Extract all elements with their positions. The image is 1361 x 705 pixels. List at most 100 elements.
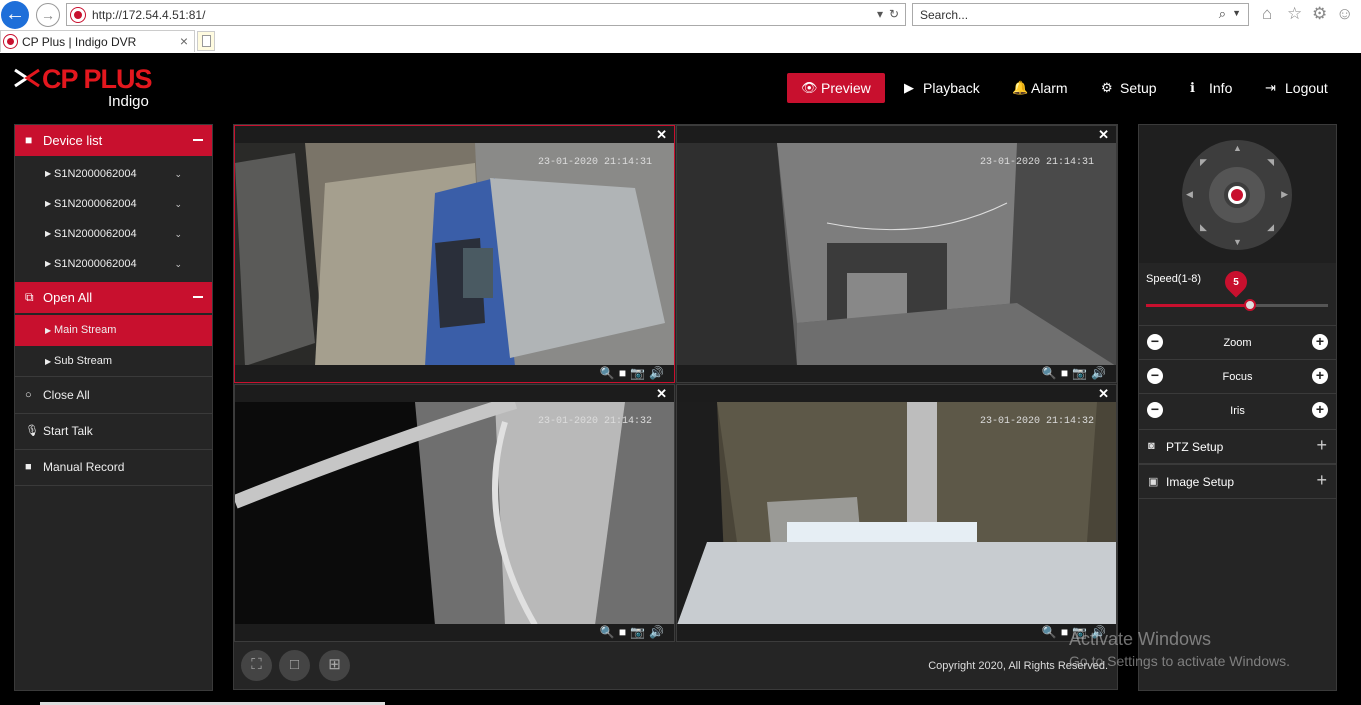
new-tab-button[interactable]: [197, 31, 215, 51]
close-icon[interactable]: ✕: [1098, 386, 1109, 402]
expand-plus-icon[interactable]: +: [1316, 435, 1327, 456]
cell-control-icons[interactable]: 🔍■📷🔊: [600, 366, 668, 380]
back-icon[interactable]: ←: [1, 1, 29, 29]
nav-logout-label: Logout: [1285, 80, 1328, 96]
arrow-up-icon[interactable]: ▲: [1233, 143, 1242, 153]
chevron-down-icon[interactable]: ⌄: [174, 189, 182, 219]
ptz-direction-pad[interactable]: ▲ ▼ ◀ ▶ ◤ ◥ ◣ ◢: [1182, 140, 1292, 250]
video-camera-icon: ■: [25, 133, 33, 147]
device-item[interactable]: ▶ S1N2000062004 ⌄: [15, 219, 212, 249]
arrow-left-icon[interactable]: ◀: [1186, 189, 1193, 200]
cell-controls: 🔍■📷🔊: [677, 624, 1116, 641]
close-icon[interactable]: ×: [180, 33, 188, 49]
manual-record-button[interactable]: ■ Manual Record: [15, 450, 212, 486]
nav-alarm[interactable]: 🔔 Alarm: [1012, 73, 1068, 103]
chevron-down-icon[interactable]: ⌄: [174, 249, 182, 279]
watermark-subtitle: Go to Settings to activate Windows.: [1069, 653, 1290, 670]
logout-icon: ⇥: [1265, 80, 1276, 95]
nav-preview-label: Preview: [821, 80, 871, 96]
nav-setup-label: Setup: [1120, 80, 1157, 96]
close-icon[interactable]: ✕: [656, 386, 667, 402]
search-placeholder: Search...: [920, 8, 969, 22]
zoom-in-icon[interactable]: +: [1312, 334, 1328, 350]
zoom-control: − Zoom +: [1139, 325, 1336, 359]
ptz-setup-section[interactable]: ◙ PTZ Setup +: [1139, 429, 1336, 464]
video-toolbar: ⛶ □ ⊞ Copyright 2020, All Rights Reserve…: [234, 641, 1117, 689]
device-list-header[interactable]: ■ Device list: [15, 125, 212, 156]
smiley-icon[interactable]: ☺: [1336, 4, 1353, 24]
arrow-up-left-icon[interactable]: ◤: [1200, 157, 1207, 168]
nav-logout[interactable]: ⇥ Logout: [1265, 73, 1328, 103]
collapse-icon[interactable]: [193, 139, 203, 141]
browser-chrome: ← → http://172.54.4.51:81/ ▾ ↻ Search...…: [0, 0, 1361, 53]
speed-slider[interactable]: 5: [1146, 266, 1328, 311]
close-icon[interactable]: ✕: [1098, 127, 1109, 143]
nav-playback-label: Playback: [923, 80, 980, 96]
video-cell[interactable]: ✕ 23-01-2020 21:14:31 🔍■📷🔊: [676, 125, 1117, 383]
eye-icon: 👁: [801, 80, 818, 95]
refresh-icon[interactable]: ↻: [889, 7, 899, 21]
device-item[interactable]: ▶ S1N2000062004 ⌄: [15, 249, 212, 279]
home-icon[interactable]: ⌂: [1262, 4, 1272, 24]
new-tab-icon: [202, 35, 211, 47]
device-item[interactable]: ▶ S1N2000062004 ⌄: [15, 189, 212, 219]
chevron-down-icon[interactable]: ⌄: [174, 159, 182, 189]
iris-plus-icon[interactable]: +: [1312, 402, 1328, 418]
video-cell[interactable]: ✕ 23-01-2020 21:14:32 🔍■📷🔊: [676, 384, 1117, 642]
sub-stream-label: Sub Stream: [54, 355, 113, 367]
camera-timestamp: 23-01-2020 21:14:32: [979, 416, 1094, 427]
main-stream-item[interactable]: ▶ Main Stream: [15, 315, 212, 346]
video-camera-icon: ■: [25, 461, 32, 473]
bell-icon: 🔔: [1012, 80, 1029, 95]
brand-sub: Indigo: [108, 93, 149, 110]
arrow-up-right-icon[interactable]: ◥: [1267, 157, 1274, 168]
info-icon: ℹ: [1190, 80, 1195, 95]
cell-control-icons[interactable]: 🔍■📷🔊: [1042, 366, 1110, 380]
arrow-right-icon[interactable]: ▶: [1281, 189, 1288, 200]
forward-icon[interactable]: →: [36, 3, 60, 27]
nav-preview[interactable]: 👁 Preview: [787, 73, 885, 103]
browser-tab[interactable]: CP Plus | Indigo DVR ×: [0, 30, 195, 52]
arrow-down-icon[interactable]: ▼: [1233, 237, 1242, 247]
star-icon[interactable]: ☆: [1287, 4, 1302, 24]
chevron-down-icon[interactable]: ⌄: [174, 219, 182, 249]
arrow-down-right-icon[interactable]: ◢: [1267, 222, 1274, 233]
nav-playback[interactable]: ▶ Playback: [904, 73, 980, 103]
image-setup-label: Image Setup: [1166, 475, 1235, 489]
speed-slider-handle[interactable]: [1244, 299, 1256, 311]
camera-feed-image: [235, 143, 674, 366]
dropdown-icon[interactable]: ▾: [877, 7, 883, 21]
gear-icon[interactable]: ⚙: [1312, 4, 1327, 24]
device-list-label: Device list: [43, 133, 103, 148]
ptz-dpad-area: ▲ ▼ ◀ ▶ ◤ ◥ ◣ ◢: [1139, 125, 1336, 263]
camera-feed: 23-01-2020 21:14:31: [677, 143, 1116, 366]
chevron-down-icon[interactable]: ▼: [1232, 8, 1241, 18]
search-icon[interactable]: ⌕: [1219, 6, 1226, 22]
cell-control-icons[interactable]: 🔍■📷🔊: [600, 625, 668, 639]
device-item[interactable]: ▶ S1N2000062004 ⌄: [15, 159, 212, 189]
close-all-button[interactable]: ○ Close All: [15, 378, 212, 414]
video-cell[interactable]: ✕ 23-01-2020 21:14:32 🔍■📷🔊: [234, 384, 675, 642]
image-setup-section[interactable]: ▣ Image Setup +: [1139, 464, 1336, 499]
ptz-center-button[interactable]: [1224, 182, 1250, 208]
speed-slider-fill: [1146, 304, 1250, 307]
nav-info[interactable]: ℹ Info: [1190, 73, 1232, 103]
fullscreen-icon[interactable]: ⛶: [241, 650, 272, 681]
nav-setup[interactable]: ⚙ Setup: [1101, 73, 1157, 103]
collapse-icon[interactable]: [193, 296, 203, 298]
expand-plus-icon[interactable]: +: [1316, 470, 1327, 491]
quad-layout-icon[interactable]: ⊞: [319, 650, 350, 681]
single-layout-icon[interactable]: □: [279, 650, 310, 681]
start-talk-button[interactable]: 🎙 Start Talk: [15, 414, 212, 450]
close-icon[interactable]: ✕: [656, 127, 667, 143]
site-favicon-icon: [71, 8, 85, 22]
focus-plus-icon[interactable]: +: [1312, 368, 1328, 384]
arrow-down-left-icon[interactable]: ◣: [1200, 222, 1207, 233]
browser-search-input[interactable]: Search... ⌕ ▼: [912, 3, 1249, 26]
open-all-header[interactable]: ⧉ Open All: [15, 282, 212, 313]
video-cell[interactable]: ✕ 23-01-2020 21:14:31 🔍■📷🔊: [234, 125, 675, 383]
close-all-label: Close All: [43, 388, 90, 402]
sub-stream-item[interactable]: ▶ Sub Stream: [15, 346, 212, 377]
focus-control: − Focus +: [1139, 359, 1336, 393]
address-bar[interactable]: http://172.54.4.51:81/ ▾ ↻: [66, 3, 906, 26]
